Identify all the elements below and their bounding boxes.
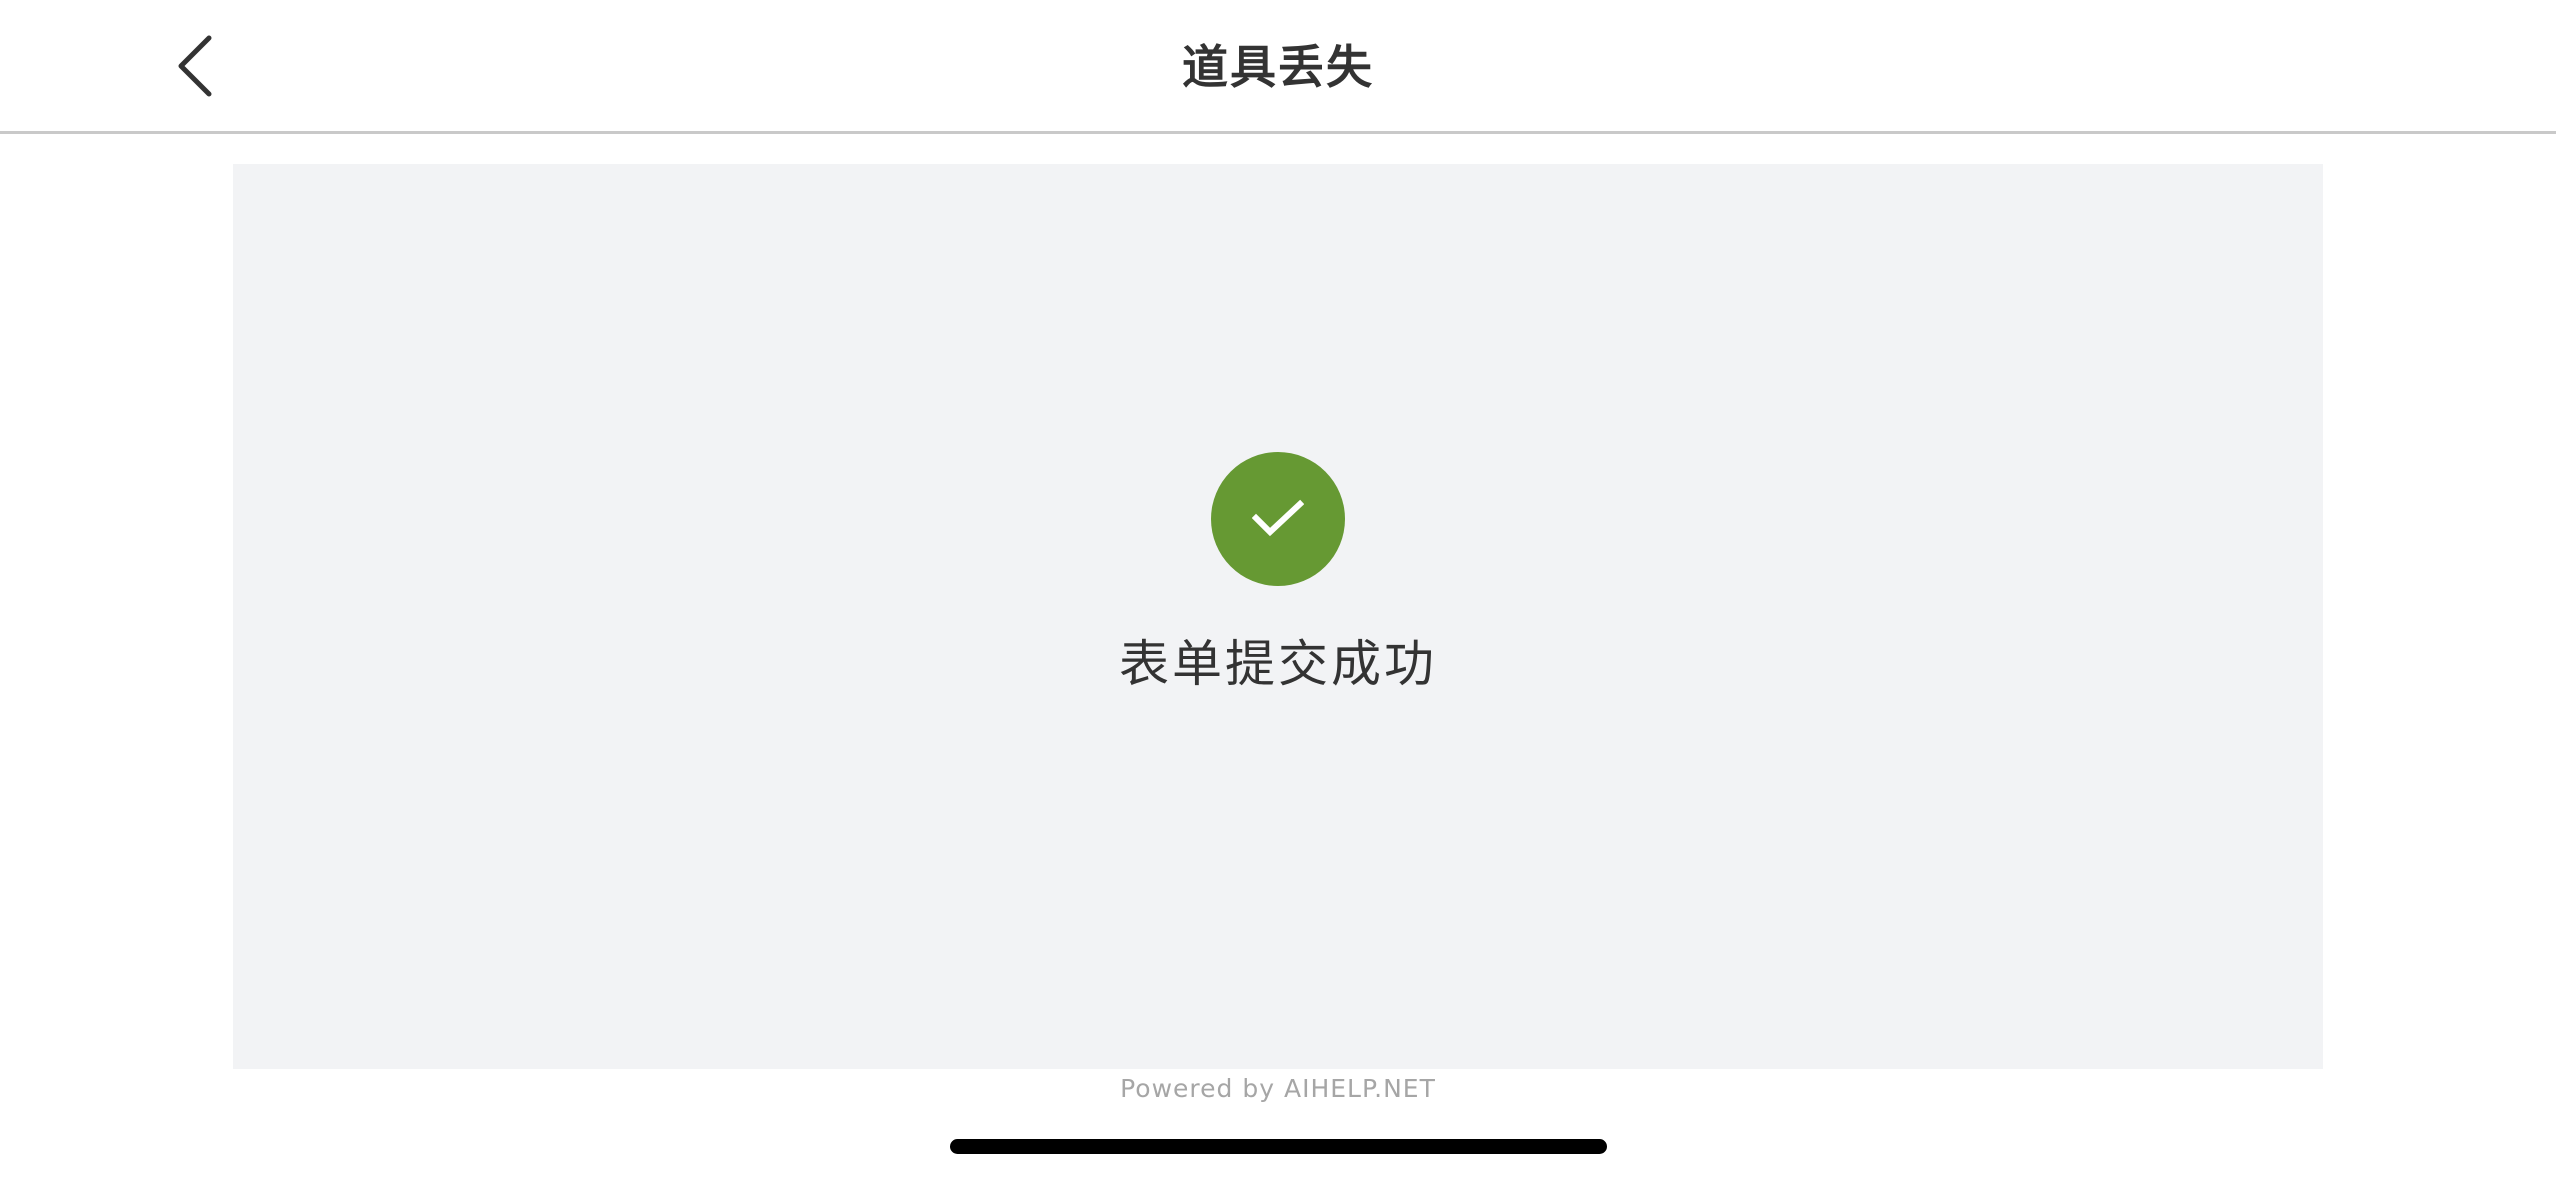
check-circle-icon xyxy=(1211,452,1345,586)
page-title: 道具丢失 xyxy=(1182,40,1374,94)
chevron-left-icon xyxy=(178,35,212,97)
app-screen: 道具丢失 表单提交成功 Powered by AIHELP.NET xyxy=(0,0,2556,1179)
back-button[interactable] xyxy=(160,28,230,104)
powered-by-footer: Powered by AIHELP.NET xyxy=(1120,1074,1436,1103)
result-panel: 表单提交成功 xyxy=(233,164,2323,1069)
home-indicator[interactable] xyxy=(950,1139,1607,1154)
navigation-header: 道具丢失 xyxy=(0,0,2556,134)
checkmark-icon xyxy=(1252,499,1304,537)
success-message: 表单提交成功 xyxy=(1119,635,1437,693)
